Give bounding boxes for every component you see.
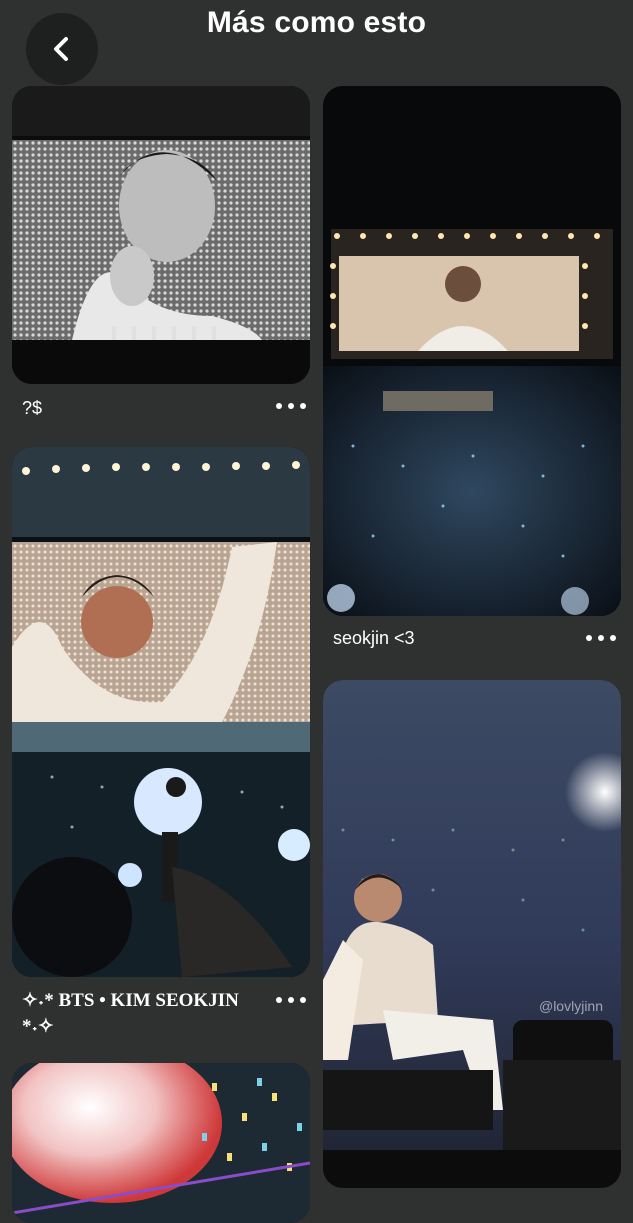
page-title: Más como esto: [206, 6, 427, 39]
pin-image-1[interactable]: [12, 86, 310, 384]
ellipsis-icon[interactable]: [586, 628, 616, 648]
pin-title-3: ✧˖* BTS • KIM SEOKJIN *˖✧: [22, 990, 239, 1037]
pin-image-2[interactable]: [323, 86, 621, 616]
pin-image-4[interactable]: @lovlyjinn: [323, 680, 621, 1188]
ellipsis-icon[interactable]: [276, 396, 306, 416]
header: Más como esto: [0, 0, 633, 85]
watermark: @lovlyjinn: [538, 998, 603, 1014]
pin-title-2: seokjin <3: [333, 628, 415, 648]
pin-image-3[interactable]: [12, 447, 310, 977]
pin-image-5[interactable]: [12, 1063, 310, 1223]
ellipsis-icon[interactable]: [276, 990, 306, 1010]
pin-title-1: ?$: [22, 398, 43, 418]
